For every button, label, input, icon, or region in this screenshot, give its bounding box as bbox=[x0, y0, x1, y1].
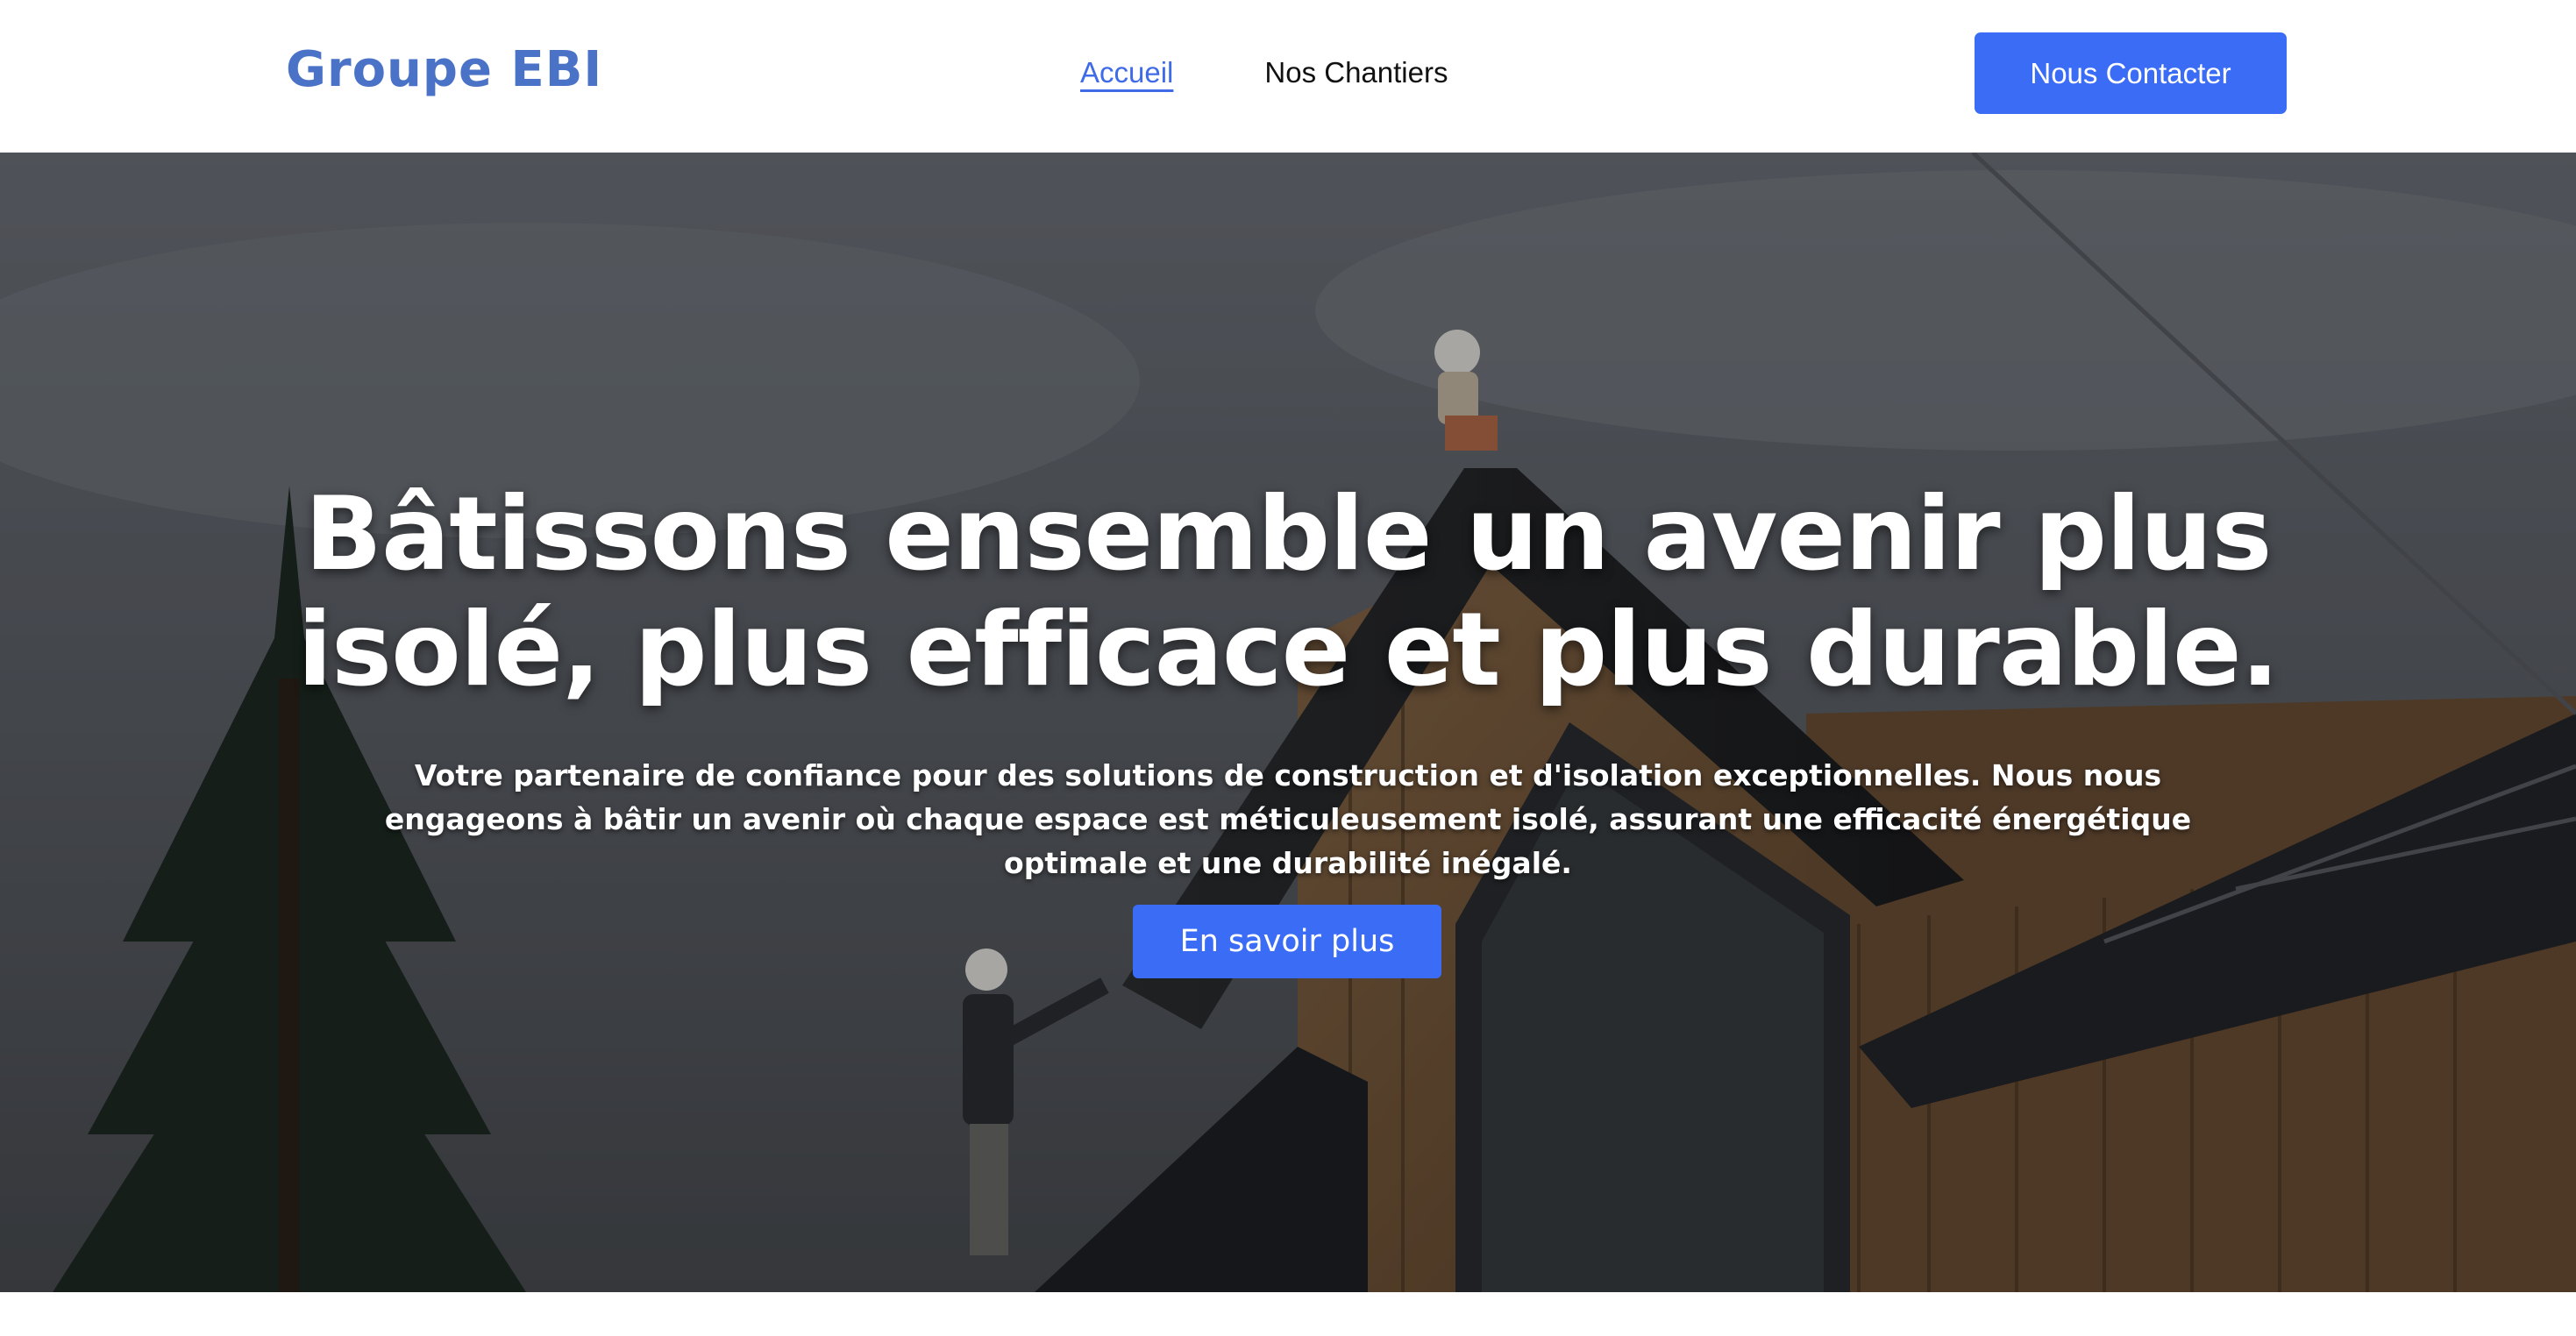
nav-link-nos-chantiers[interactable]: Nos Chantiers bbox=[1264, 51, 1448, 95]
hero-title: Bâtissons ensemble un avenir plus isolé,… bbox=[297, 475, 2279, 709]
hero-overlay bbox=[0, 153, 2576, 1292]
main-nav: Accueil Nos Chantiers bbox=[1080, 51, 1448, 95]
learn-more-button[interactable]: En savoir plus bbox=[1133, 905, 1441, 978]
hero-section: Bâtissons ensemble un avenir plus isolé,… bbox=[0, 153, 2576, 1292]
contact-button[interactable]: Nous Contacter bbox=[1975, 32, 2287, 114]
logo[interactable]: Groupe EBI bbox=[286, 39, 602, 102]
site-header: Groupe EBI Accueil Nos Chantiers Nous Co… bbox=[0, 0, 2576, 153]
hero-subtitle: Votre partenaire de confiance pour des s… bbox=[384, 758, 2192, 880]
nav-link-accueil[interactable]: Accueil bbox=[1080, 51, 1173, 95]
